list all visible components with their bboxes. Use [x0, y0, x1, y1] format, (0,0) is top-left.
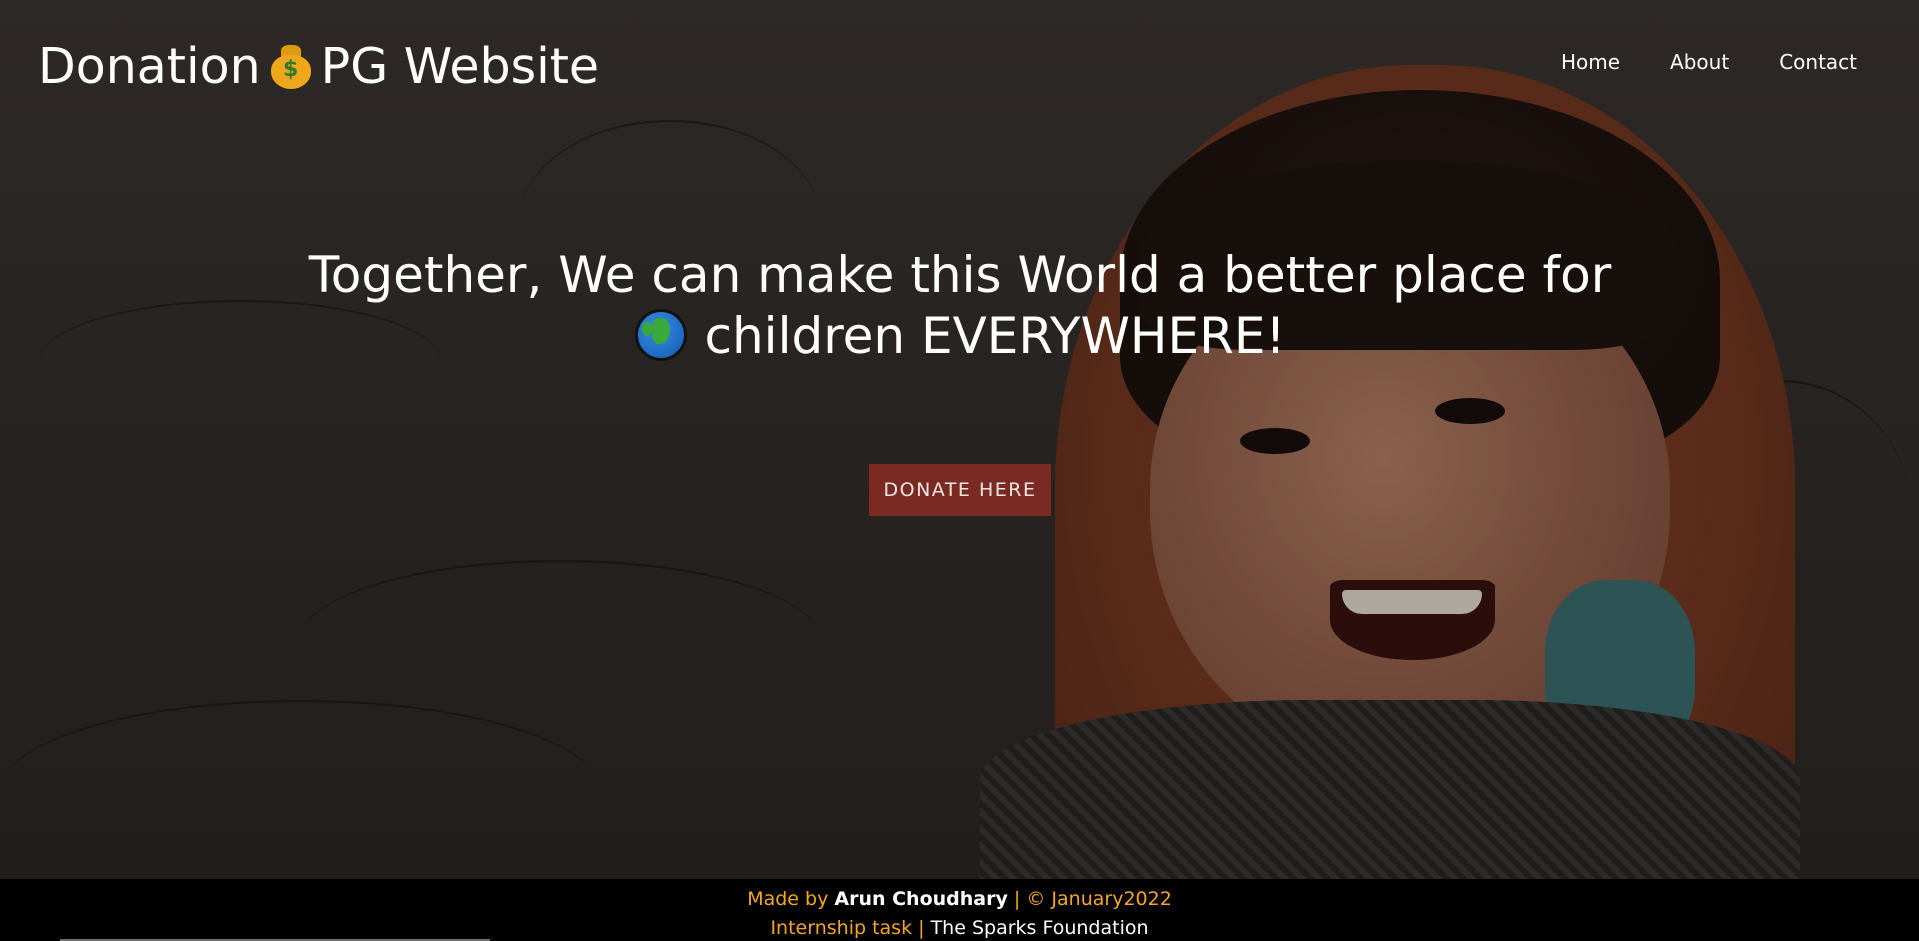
- nav-about-link[interactable]: About: [1670, 50, 1729, 74]
- headline-line1: Together, We can make this World a bette…: [308, 246, 1612, 304]
- donate-button[interactable]: DONATE HERE: [869, 464, 1051, 516]
- footer-separator: |: [1013, 888, 1021, 910]
- hero-headline: Together, We can make this World a bette…: [250, 245, 1670, 367]
- footer-credit: Made by Arun Choudhary | © January2022: [0, 888, 1919, 910]
- nav-contact-link[interactable]: Contact: [1779, 50, 1857, 74]
- site-footer: Made by Arun Choudhary | © January2022 I…: [0, 879, 1919, 941]
- footer-separator: |: [918, 917, 925, 939]
- nav-home-link[interactable]: Home: [1561, 50, 1620, 74]
- hero-background: [0, 0, 1919, 879]
- footer-internship: Internship task | The Sparks Foundation: [0, 917, 1919, 939]
- brand-prefix: Donation: [38, 38, 261, 95]
- top-nav: Home About Contact: [1561, 50, 1857, 74]
- footer-copyright: © January2022: [1026, 888, 1172, 910]
- footer-made-by: Made by: [747, 888, 829, 910]
- hero-dark-overlay: [0, 0, 1919, 879]
- money-bag-icon: $: [269, 43, 313, 89]
- headline-line2: children EVERYWHERE!: [704, 307, 1286, 365]
- footer-organization: The Sparks Foundation: [930, 917, 1149, 939]
- site-brand[interactable]: Donation $ PG Website: [38, 38, 599, 95]
- brand-suffix: PG Website: [320, 38, 600, 95]
- footer-author: Arun Choudhary: [834, 888, 1008, 910]
- globe-icon: [634, 309, 687, 361]
- footer-internship-label: Internship task: [770, 917, 913, 939]
